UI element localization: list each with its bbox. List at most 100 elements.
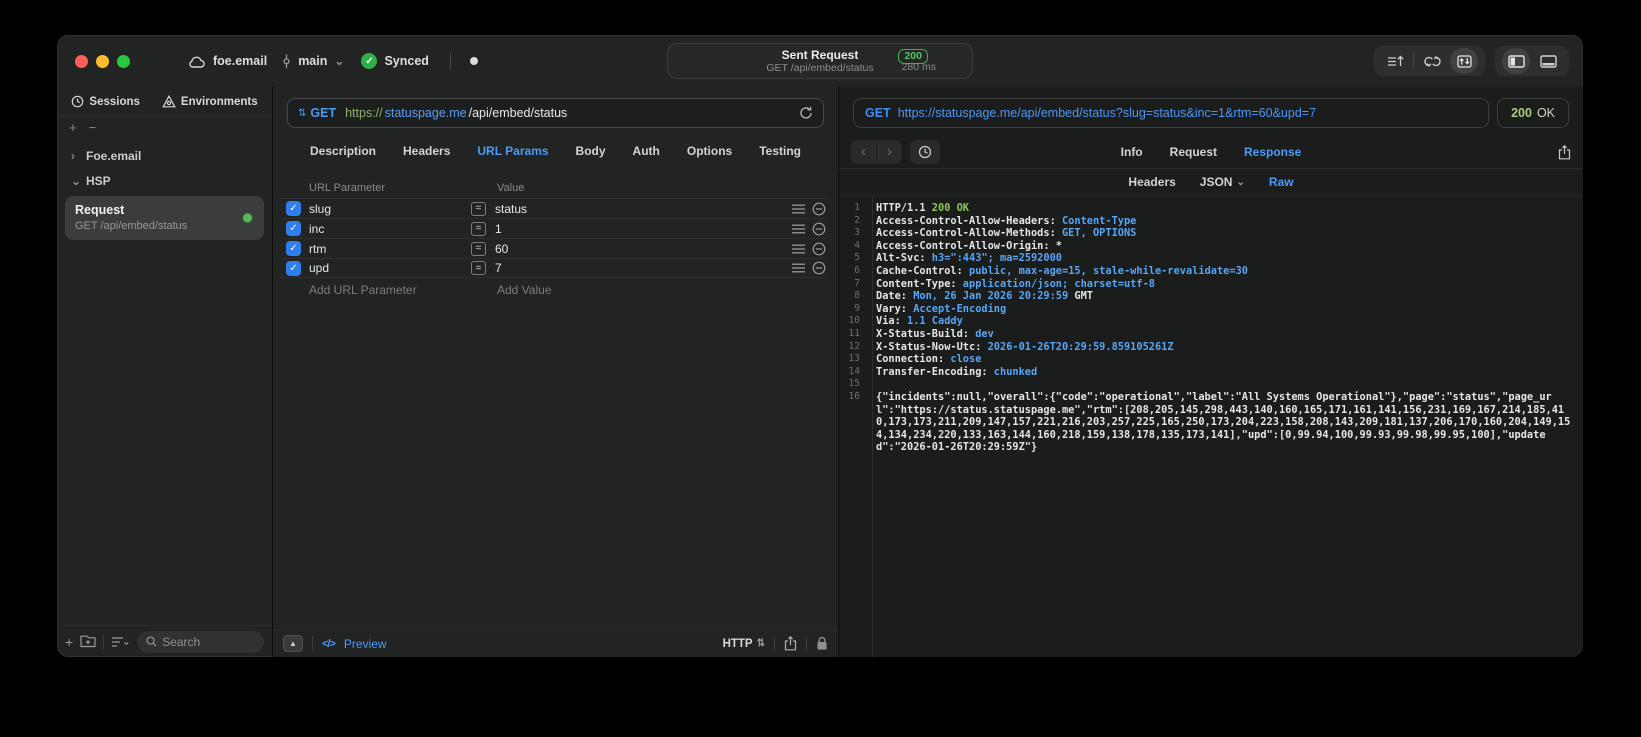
branch-name[interactable]: main xyxy=(298,54,327,68)
lock-icon[interactable] xyxy=(816,636,828,651)
tab-request[interactable]: Request xyxy=(1170,145,1217,159)
protocol-selector[interactable]: HTTP ⇅ xyxy=(723,638,765,650)
param-checkbox[interactable]: ✓ xyxy=(286,201,301,216)
param-value[interactable]: 7 xyxy=(495,261,778,275)
zoom-window-button[interactable] xyxy=(117,54,130,68)
branch-chevron-icon[interactable]: ⌄ xyxy=(334,54,344,68)
add-param-name-input[interactable]: Add URL Parameter xyxy=(309,283,471,297)
chevron-down-icon[interactable]: ⌄ xyxy=(71,174,81,188)
response-body[interactable]: 1 HTTP/1.1 200 OK 2 Access-Control-Allow-He… xyxy=(839,196,1583,657)
resend-request-icon[interactable] xyxy=(799,106,813,120)
line-number: 2 xyxy=(854,214,860,226)
param-name[interactable]: upd xyxy=(309,261,471,275)
param-checkbox[interactable]: ✓ xyxy=(286,221,301,236)
code-line: 15 xyxy=(839,378,1583,391)
sort-filter-icon[interactable] xyxy=(111,636,130,648)
reorder-icon[interactable] xyxy=(792,224,805,234)
history-nav: ‹ › xyxy=(851,140,902,164)
param-checkbox[interactable]: ✓ xyxy=(286,260,301,276)
param-value[interactable]: status xyxy=(495,202,778,216)
code-line: 1 HTTP/1.1 200 OK xyxy=(839,202,1583,215)
tree-item-hsp[interactable]: ⌄ HSP xyxy=(65,168,264,193)
reorder-icon[interactable] xyxy=(792,204,805,214)
preview-button[interactable]: Preview xyxy=(344,637,387,651)
footer-separator xyxy=(806,636,807,651)
sync-loop-icon[interactable] xyxy=(1418,48,1446,74)
tab-info[interactable]: Info xyxy=(1121,145,1143,159)
param-value[interactable]: 60 xyxy=(495,242,778,256)
param-name[interactable]: rtm xyxy=(309,242,471,256)
code-text: Access-Control-Allow-Methods: GET, OPTIO… xyxy=(866,227,1583,240)
params-rows: ✓ slug = status ✓ inc = 1 ✓ rtm = 60 ✓ upd = 7 xyxy=(279,198,826,278)
tab-options[interactable]: Options xyxy=(687,144,732,158)
tab-environments[interactable]: Environments xyxy=(162,95,258,108)
subtab-json[interactable]: JSON ⌄ xyxy=(1200,175,1245,189)
tree-item-foe-email[interactable]: › Foe.email xyxy=(65,143,264,168)
request-list-item-selected[interactable]: Request GET /api/embed/status xyxy=(65,196,264,240)
column-header-name: URL Parameter xyxy=(309,182,386,194)
param-checkbox[interactable]: ✓ xyxy=(286,241,301,256)
code-text: Vary: Accept-Encoding xyxy=(866,303,1583,316)
remove-item-button[interactable]: − xyxy=(89,120,97,135)
tab-testing[interactable]: Testing xyxy=(759,144,801,158)
code-preview-icon[interactable]: </> xyxy=(322,638,336,650)
tree-item-label: Foe.email xyxy=(86,148,142,163)
tab-headers[interactable]: Headers xyxy=(403,144,450,158)
share-icon[interactable] xyxy=(1558,144,1571,160)
method-selector-icon[interactable]: ⇅ xyxy=(298,108,306,119)
new-request-button[interactable]: + xyxy=(65,634,73,650)
share-icon[interactable] xyxy=(784,636,797,651)
reorder-icon[interactable] xyxy=(792,263,805,273)
params-header: URL Parameter Value xyxy=(279,178,826,198)
tab-auth[interactable]: Auth xyxy=(633,144,660,158)
param-value[interactable]: 1 xyxy=(495,222,778,236)
tab-description[interactable]: Description xyxy=(310,144,376,158)
close-window-button[interactable] xyxy=(75,54,88,68)
code-segment: application/json; charset=utf-8 xyxy=(962,277,1155,290)
toggle-left-panel-icon[interactable] xyxy=(1502,48,1530,74)
tab-response[interactable]: Response xyxy=(1244,145,1301,159)
export-list-icon[interactable] xyxy=(1381,48,1409,74)
back-button[interactable]: ‹ xyxy=(851,141,876,163)
equals-icon: = xyxy=(471,221,486,236)
request-editor-footer: ▲ </> Preview HTTP ⇅ xyxy=(273,629,838,657)
code-segment: Accept-Encoding xyxy=(913,302,1007,315)
tab-sessions[interactable]: Sessions xyxy=(71,95,140,108)
sidebar-search-input[interactable]: Search xyxy=(137,630,264,653)
sidebar-footer: + Search xyxy=(57,625,272,657)
reorder-icon[interactable] xyxy=(792,244,805,254)
toggle-bottom-panel-icon[interactable] xyxy=(1534,48,1562,74)
history-clock-icon[interactable] xyxy=(910,140,940,164)
new-folder-icon[interactable] xyxy=(80,635,96,648)
project-cluster: foe.email main ⌄ ✓ Synced xyxy=(188,53,478,69)
tab-url-params[interactable]: URL Params xyxy=(477,144,548,158)
send-receive-icon[interactable] xyxy=(1450,48,1478,74)
sent-request-url[interactable]: GET https://statuspage.me/api/embed/stat… xyxy=(853,98,1490,128)
tab-body[interactable]: Body xyxy=(576,144,606,158)
collapse-panel-button[interactable]: ▲ xyxy=(283,635,303,652)
subtab-raw[interactable]: Raw xyxy=(1269,175,1294,189)
param-name[interactable]: inc xyxy=(309,222,471,236)
chevron-right-icon[interactable]: › xyxy=(71,149,79,163)
forward-button[interactable]: › xyxy=(877,141,902,163)
request-url-input[interactable]: ⇅ GET https:// statuspage.me /api/embed/… xyxy=(287,98,824,128)
param-name[interactable]: slug xyxy=(309,202,471,216)
request-method[interactable]: GET xyxy=(310,106,336,120)
remove-param-icon[interactable] xyxy=(812,261,826,275)
subtab-json-label: JSON xyxy=(1199,175,1233,189)
subtab-headers[interactable]: Headers xyxy=(1128,175,1175,189)
add-param-value-input[interactable]: Add Value xyxy=(495,283,778,297)
remove-param-icon[interactable] xyxy=(812,242,826,256)
request-item-subtitle: GET /api/embed/status xyxy=(75,220,188,232)
remove-param-icon[interactable] xyxy=(812,222,826,236)
code-segment: HTTP/1.1 xyxy=(876,202,932,214)
add-item-button[interactable]: + xyxy=(69,120,77,135)
project-name[interactable]: foe.email xyxy=(213,54,267,68)
request-summary-pill[interactable]: Sent Request GET /api/embed/status 200 2… xyxy=(667,43,973,79)
code-segment: 1.1 Caddy xyxy=(907,315,963,328)
param-row: ✓ rtm = 60 xyxy=(279,238,826,258)
remove-param-icon[interactable] xyxy=(812,202,826,216)
code-line: 16 {"incidents":null,"overall":{"code":"o… xyxy=(839,391,1583,454)
code-line: 13 Connection: close xyxy=(839,353,1583,366)
minimize-window-button[interactable] xyxy=(96,54,109,68)
